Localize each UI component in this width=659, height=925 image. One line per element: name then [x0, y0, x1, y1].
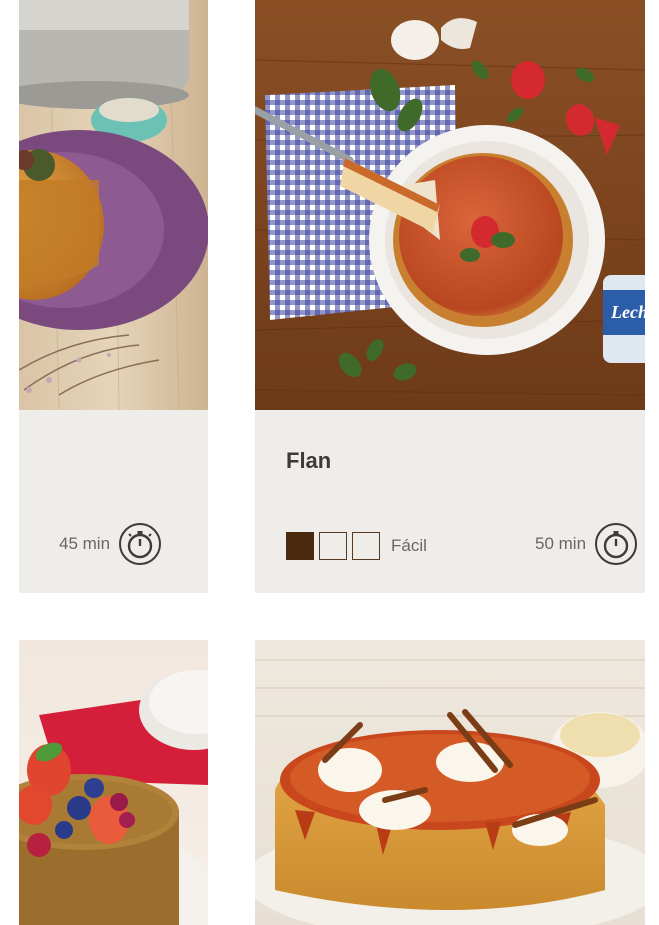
recipe-card-body: Flan Fácil 50 min — [255, 410, 645, 593]
recipe-card-body: 45 min — [19, 410, 208, 593]
difficulty-label: Fácil — [391, 536, 427, 555]
recipe-card-flan[interactable]: Lech Flan Fácil 50 min — [255, 0, 645, 593]
recipe-grid: 45 min Lech Flan Fácil 50 min — [0, 0, 659, 925]
recipe-image-cake[interactable] — [19, 0, 208, 410]
recipe-card-right-bottom[interactable] — [255, 640, 645, 925]
flan-photo: Lech — [255, 0, 645, 410]
recipe-card-left-bottom[interactable] — [19, 640, 208, 925]
recipe-image-berry-cake[interactable] — [19, 640, 208, 925]
prep-time-text: 45 min — [59, 534, 111, 553]
recipe-card-left-top[interactable]: 45 min — [19, 0, 208, 593]
difficulty-indicator: Fácil — [286, 532, 427, 560]
recipe-image-flan[interactable]: Lech — [255, 0, 645, 410]
prep-time: 45 min — [59, 522, 162, 566]
stopwatch-icon — [119, 523, 162, 565]
prep-time: 50 min — [535, 522, 638, 566]
flan-cinnamon-photo — [255, 640, 645, 925]
prep-time-text: 50 min — [535, 534, 587, 553]
recipe-title[interactable]: Flan — [286, 448, 331, 474]
difficulty-square-filled — [286, 532, 314, 560]
berry-cake-photo — [19, 640, 208, 925]
recipe-image-flan-cinnamon[interactable] — [255, 640, 645, 925]
cake-photo — [19, 0, 208, 410]
difficulty-square-empty — [352, 532, 380, 560]
difficulty-square-empty — [319, 532, 347, 560]
milk-can-label: Lech — [610, 302, 645, 322]
stopwatch-icon — [595, 523, 638, 565]
